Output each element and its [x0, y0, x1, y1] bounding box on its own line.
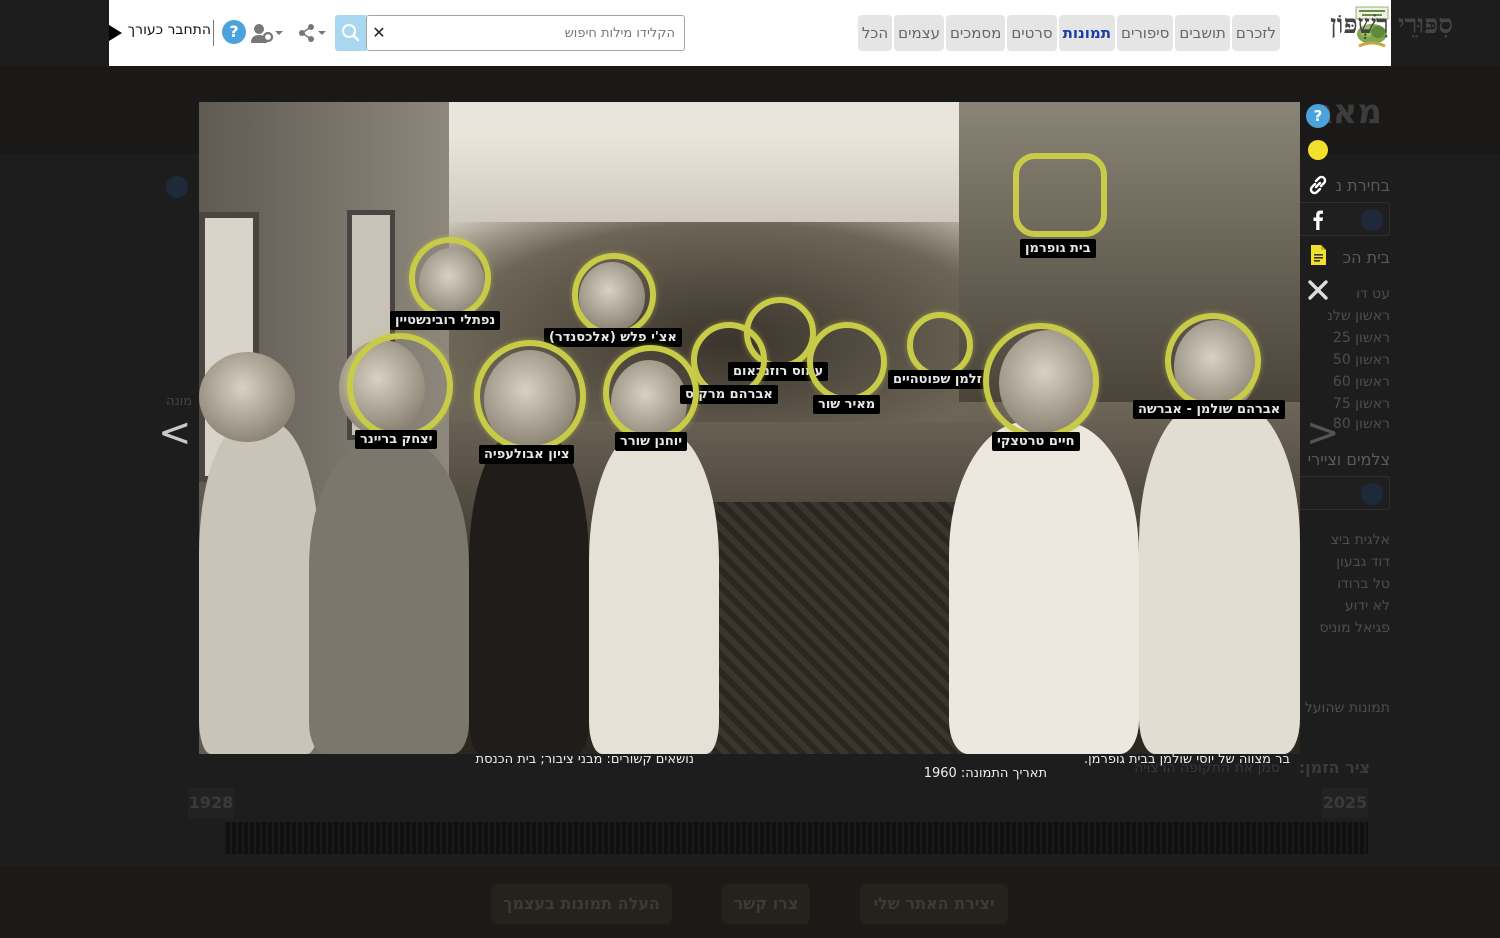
background-side-line: ראשון 50	[1332, 352, 1390, 368]
tag-label[interactable]: חיים טרטצקי	[992, 432, 1080, 451]
background-footer-button: העלה תמונות בעצמך	[491, 884, 672, 924]
tag-label[interactable]: יוחנן שורר	[615, 432, 688, 451]
search-box: ✕	[366, 15, 685, 51]
background-side-line: טל ברודו	[1337, 576, 1390, 592]
background-year-end: 2025	[1322, 788, 1368, 818]
nav-tab-all[interactable]: הכל	[857, 15, 893, 51]
tag-marker[interactable]	[409, 237, 491, 319]
login-arrow-icon	[109, 25, 122, 41]
share-icon	[299, 24, 326, 42]
tag-marker[interactable]	[1013, 153, 1107, 237]
search-icon	[342, 24, 360, 42]
tag-marker[interactable]	[474, 340, 586, 452]
user-gear-icon	[251, 24, 283, 43]
site-title[interactable]: סִפּוּרֵי רִשְׁפּוֹן	[1287, 10, 1453, 40]
svg-text:?: ?	[1314, 107, 1323, 125]
background-side-line: עט דו	[1356, 286, 1390, 302]
background-side-line: דוד גבעון	[1336, 554, 1390, 570]
background-help-icon	[166, 176, 188, 198]
link-icon[interactable]	[1306, 173, 1330, 197]
tag-marker[interactable]	[347, 333, 453, 439]
toggle-tags-icon[interactable]	[1306, 138, 1330, 162]
help-icon[interactable]: ?	[1306, 104, 1330, 128]
user-settings-button[interactable]	[250, 22, 286, 44]
tag-marker[interactable]	[907, 312, 973, 378]
background-timeline-title: ציר הזמן:	[1298, 758, 1370, 777]
tag-marker[interactable]	[1165, 313, 1261, 409]
tag-label[interactable]: מאיר שור	[813, 395, 881, 414]
tag-label[interactable]: אברהם שולמן - אברשה	[1133, 400, 1286, 419]
nav-tab-objects[interactable]: עצמים	[894, 15, 944, 51]
nav-tab-stories[interactable]: סיפורים	[1117, 15, 1174, 51]
nav-tab-residents[interactable]: תושבים	[1175, 15, 1230, 51]
clear-search-icon[interactable]: ✕	[370, 23, 388, 43]
nav-tab-photos[interactable]: תמונות	[1058, 15, 1116, 51]
background-side-line: ראשון 75	[1332, 396, 1390, 412]
background-left-text: מונה	[166, 394, 193, 409]
related-topics: נושאים קשורים: מבני ציבור; בית הכנסת	[475, 752, 694, 767]
tag-label[interactable]: אצ'י פלש (אלכסנדר)	[544, 328, 682, 347]
next-photo-button[interactable]: >	[1306, 410, 1340, 456]
background-timeline	[166, 822, 1368, 854]
search-button[interactable]	[335, 15, 366, 51]
background-side-line: אלגית ביצ	[1330, 532, 1390, 548]
background-side-line: ראשון 80	[1332, 416, 1390, 432]
close-icon[interactable]	[1306, 278, 1330, 302]
photo-caption: בר מצווה של יוסי שולמן בבית גופרמן.	[1083, 752, 1290, 767]
tag-label[interactable]: נפתלי רובינשטיין	[390, 311, 501, 330]
background-side-line: ראשון שלנ	[1327, 308, 1390, 324]
share-menu-button[interactable]	[297, 22, 327, 44]
tag-marker[interactable]	[983, 323, 1099, 439]
background-side-line: ראשון 25	[1332, 330, 1390, 346]
background-side-line: בחירת נ	[1335, 176, 1390, 195]
lightbox-photo	[199, 102, 1300, 754]
nav-tab-documents[interactable]: מסמכים	[945, 15, 1006, 51]
tag-label[interactable]: ציון אבולעפיה	[479, 445, 575, 464]
background-side-line: לא ידוע	[1344, 598, 1390, 614]
tag-label[interactable]: בית גופרמן	[1020, 239, 1096, 258]
background-year-start: 1928	[188, 788, 234, 818]
tag-label[interactable]: זלמן שפוטהיים	[888, 370, 987, 389]
facebook-icon[interactable]	[1306, 208, 1330, 232]
tag-marker[interactable]	[807, 322, 887, 402]
background-footer-button: יצירת האתר שלי	[860, 884, 1008, 924]
search-input[interactable]	[393, 16, 679, 50]
toolbar-divider	[213, 20, 214, 46]
login-label: התחבר כעורך	[127, 22, 211, 38]
login-link[interactable]: התחבר כעורך	[109, 22, 211, 44]
main-nav-tabs: לזכרם תושבים סיפורים תמונות סרטים מסמכים…	[715, 15, 1280, 51]
background-footer-button: צרו קשר	[722, 884, 810, 924]
background-side-line: פגיאל מוניס	[1319, 620, 1390, 636]
background-side-line: ראשון 60	[1332, 374, 1390, 390]
background-side-line: תמונות שהועל	[1304, 700, 1390, 716]
previous-photo-button[interactable]: <	[158, 410, 192, 456]
photo-date: תאריך התמונה: 1960	[923, 766, 1047, 781]
nav-tab-films[interactable]: סרטים	[1007, 15, 1057, 51]
tag-marker[interactable]	[603, 345, 699, 441]
nav-tab-memorial[interactable]: לזכרם	[1231, 15, 1280, 51]
top-navigation-bar: סִפּוּרֵי רִשְׁפּוֹן לזכרם תושבים סיפורי…	[109, 0, 1453, 66]
tag-marker[interactable]	[572, 253, 656, 337]
document-icon[interactable]	[1306, 243, 1330, 267]
background-side-line: בית הכ	[1342, 248, 1390, 267]
background-side-box	[1298, 476, 1390, 510]
tag-label[interactable]: יצחק בריינר	[355, 430, 438, 449]
help-icon[interactable]: ?	[222, 20, 246, 44]
